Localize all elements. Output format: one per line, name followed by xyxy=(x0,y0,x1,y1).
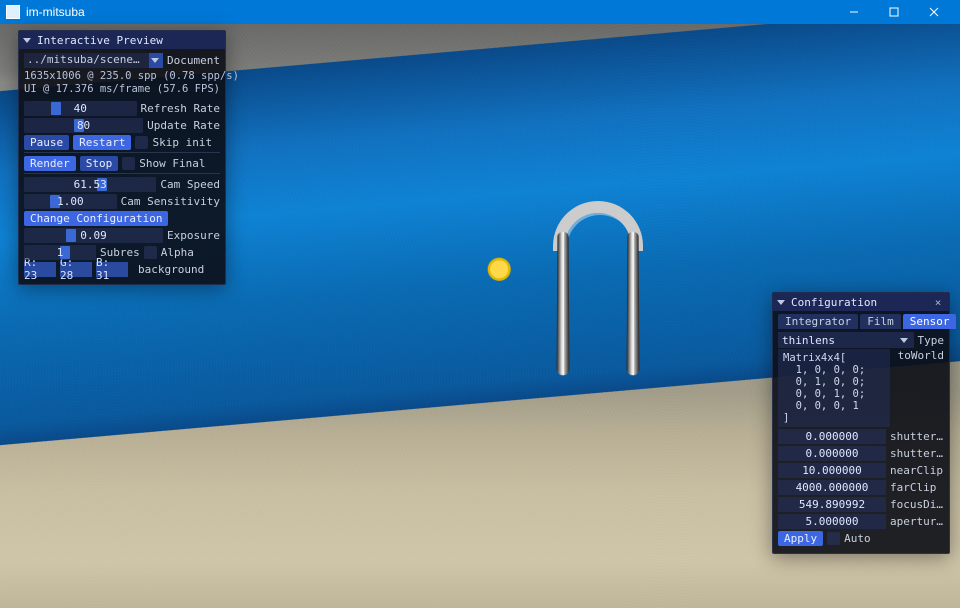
restart-button[interactable]: Restart xyxy=(73,135,131,150)
param-apertureRadius-label: apertureRadius xyxy=(890,515,944,528)
param-shutterOpen-input[interactable]: 0.000000 xyxy=(778,429,886,444)
update-rate-label: Update Rate xyxy=(147,119,220,132)
param-focusDistance-label: focusDistance xyxy=(890,498,944,511)
configuration-panel-header[interactable]: Configuration × xyxy=(773,293,949,311)
window-titlebar: im-mitsuba xyxy=(0,0,960,24)
auto-label: Auto xyxy=(844,532,871,545)
render-stats: 1635x1006 @ 235.0 spp (0.78 spp/s) UI @ … xyxy=(24,70,220,96)
exposure-slider[interactable]: 0.09 xyxy=(24,228,163,243)
pool-ladder-geometry xyxy=(557,223,677,383)
cam-speed-slider[interactable]: 61.53 xyxy=(24,177,156,192)
close-button[interactable] xyxy=(914,0,954,24)
subres-slider[interactable]: 1 xyxy=(24,245,96,260)
maximize-button[interactable] xyxy=(874,0,914,24)
collapse-icon[interactable] xyxy=(23,38,31,43)
alpha-checkbox[interactable] xyxy=(144,246,157,259)
sensor-type-combo[interactable]: thinlens xyxy=(778,332,914,348)
tab-sensor[interactable]: Sensor xyxy=(903,314,957,329)
exposure-label: Exposure xyxy=(167,229,220,242)
configuration-panel-title: Configuration xyxy=(791,296,877,309)
param-nearClip-input[interactable]: 10.000000 xyxy=(778,463,886,478)
param-apertureRadius-input[interactable]: 5.000000 xyxy=(778,514,886,529)
param-shutterClose-input[interactable]: 0.000000 xyxy=(778,446,886,461)
bg-color-r[interactable]: R: 23 xyxy=(24,262,56,277)
param-shutterClose-label: shutterClose xyxy=(890,447,944,460)
cam-sensitivity-label: Cam Sensitivity xyxy=(121,195,220,208)
bg-color-g[interactable]: G: 28 xyxy=(60,262,92,277)
scene-path-input[interactable]: ../mitsuba/scenes/pool/poo xyxy=(24,53,149,68)
type-label: Type xyxy=(918,334,945,347)
refresh-rate-label: Refresh Rate xyxy=(141,102,220,115)
config-tabbar: Integrator Film Sensor xyxy=(778,314,944,329)
param-nearClip-label: nearClip xyxy=(890,464,944,477)
pause-button[interactable]: Pause xyxy=(24,135,69,150)
skip-init-checkbox[interactable] xyxy=(135,136,148,149)
to-world-label: toWorld xyxy=(898,349,944,362)
to-world-matrix-input[interactable]: Matrix4x4[ 1, 0, 0, 0; 0, 1, 0, 0; 0, 0,… xyxy=(778,349,890,427)
window-title: im-mitsuba xyxy=(26,5,834,19)
change-configuration-button[interactable]: Change Configuration xyxy=(24,211,168,226)
render-button[interactable]: Render xyxy=(24,156,76,171)
cam-speed-label: Cam Speed xyxy=(160,178,220,191)
param-farClip-label: farClip xyxy=(890,481,944,494)
show-final-checkbox[interactable] xyxy=(122,157,135,170)
refresh-rate-slider[interactable]: 40 xyxy=(24,101,137,116)
configuration-panel[interactable]: Configuration × Integrator Film Sensor t… xyxy=(772,292,950,554)
window-controls xyxy=(834,0,954,24)
app-icon xyxy=(6,5,20,19)
param-focusDistance-input[interactable]: 549.890992 xyxy=(778,497,886,512)
apply-button[interactable]: Apply xyxy=(778,531,823,546)
cam-sensitivity-slider[interactable]: 1.00 xyxy=(24,194,117,209)
collapse-icon[interactable] xyxy=(777,300,785,305)
stop-button[interactable]: Stop xyxy=(80,156,119,171)
sensor-type-value: thinlens xyxy=(782,334,835,347)
param-shutterOpen-label: shutterOpen xyxy=(890,430,944,443)
bg-color-b[interactable]: B: 31 xyxy=(96,262,128,277)
tab-film[interactable]: Film xyxy=(860,314,901,329)
alpha-label: Alpha xyxy=(161,246,194,259)
scene-path-dropdown[interactable] xyxy=(149,53,163,68)
preview-panel-header[interactable]: Interactive Preview xyxy=(19,31,225,49)
document-label: Document xyxy=(167,54,220,67)
panel-close-icon[interactable]: × xyxy=(931,296,945,309)
chevron-down-icon xyxy=(900,338,908,343)
update-rate-slider[interactable]: 80 xyxy=(24,118,143,133)
auto-checkbox[interactable] xyxy=(827,532,840,545)
background-label: background xyxy=(138,263,204,276)
interactive-preview-panel[interactable]: Interactive Preview ../mitsuba/scenes/po… xyxy=(18,30,226,285)
skip-init-label: Skip init xyxy=(152,136,212,149)
tab-integrator[interactable]: Integrator xyxy=(778,314,858,329)
minimize-button[interactable] xyxy=(834,0,874,24)
param-farClip-input[interactable]: 4000.000000 xyxy=(778,480,886,495)
show-final-label: Show Final xyxy=(139,157,205,170)
preview-panel-title: Interactive Preview xyxy=(37,34,163,47)
